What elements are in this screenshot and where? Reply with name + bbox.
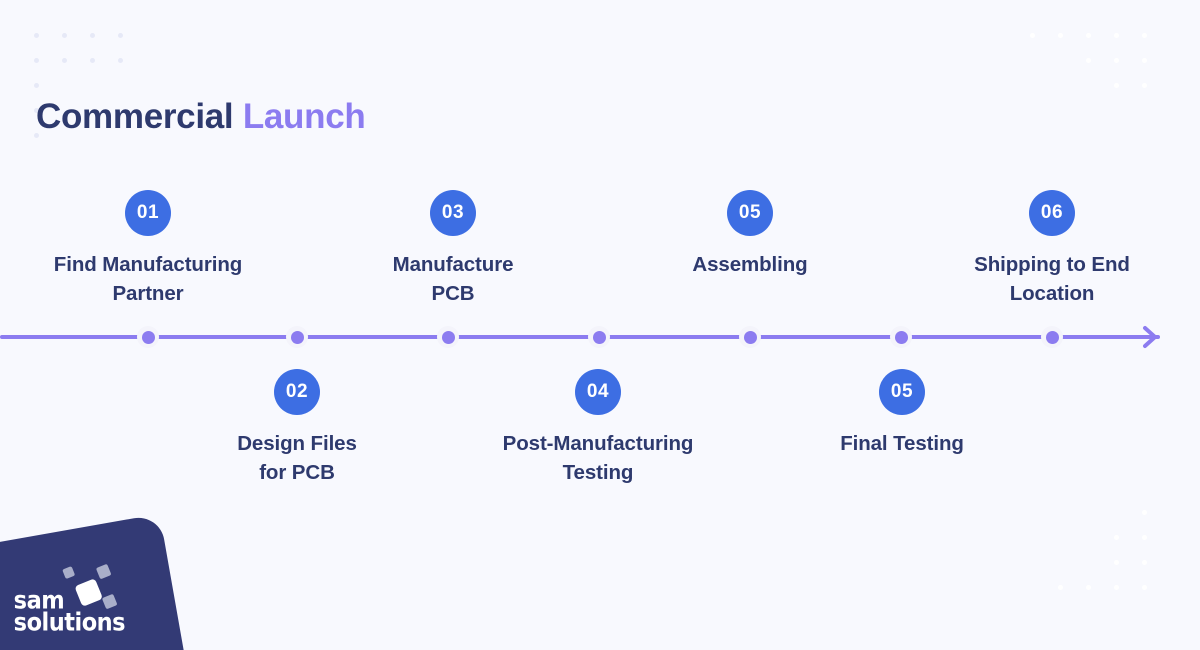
decorative-dot (1114, 83, 1119, 88)
step-number-badge[interactable]: 04 (575, 369, 621, 415)
timeline-node-1[interactable] (137, 326, 159, 348)
timeline-node-3[interactable] (437, 326, 459, 348)
decorative-dot-empty (1030, 58, 1035, 63)
decorative-dot (90, 58, 95, 63)
decorative-dot (1142, 58, 1147, 63)
decorative-dot-empty (118, 83, 123, 88)
decorative-dot (1114, 585, 1119, 590)
decorative-dot (1114, 535, 1119, 540)
sam-solutions-logo: sam solutions (0, 513, 193, 650)
decorative-dot-empty (1030, 535, 1035, 540)
step-label: Manufacture PCB (392, 253, 514, 305)
decorative-dot-empty (1058, 58, 1063, 63)
decorative-dot (1086, 33, 1091, 38)
timeline-step-2[interactable]: 02 Design Files for PCB (147, 369, 447, 487)
logo-inner: sam solutions (13, 563, 164, 650)
decorative-dot-empty (1058, 535, 1063, 540)
decorative-dot-empty (1030, 510, 1035, 515)
decorative-dot-empty (1058, 560, 1063, 565)
decorative-dot-empty (1030, 83, 1035, 88)
step-number-badge[interactable]: 02 (274, 369, 320, 415)
page-title-accent: Launch (242, 97, 366, 137)
decorative-dot (1142, 33, 1147, 38)
decorative-dot-empty (1086, 535, 1091, 540)
timeline-node-7[interactable] (1041, 326, 1063, 348)
decorative-dot (1142, 83, 1147, 88)
decorative-dot (34, 58, 39, 63)
decorative-dot (1142, 510, 1147, 515)
timeline-step-5[interactable]: 05 Assembling (600, 190, 900, 279)
timeline-node-4[interactable] (588, 326, 610, 348)
slide-canvas: Commercial Launch 01 Find Manufacturing P… (0, 0, 1200, 650)
timeline-node-2[interactable] (286, 326, 308, 348)
step-number-badge[interactable]: 01 (125, 190, 171, 236)
decorative-dot (1142, 535, 1147, 540)
decorative-dot (1058, 33, 1063, 38)
decorative-dot (34, 83, 39, 88)
step-number-badge[interactable]: 03 (430, 190, 476, 236)
decorative-dot-grid-bottom-right (1030, 510, 1170, 610)
page-title-main: Commercial (36, 97, 234, 137)
decorative-dot-empty (90, 83, 95, 88)
step-label: Design Files for PCB (237, 432, 357, 484)
page-title: Commercial Launch (36, 95, 366, 139)
arrow-right-icon (1143, 326, 1157, 348)
logo-wordmark-line-2: solutions (13, 607, 126, 637)
step-label: Post-Manufacturing Testing (502, 432, 694, 484)
decorative-dot-empty (1086, 83, 1091, 88)
decorative-dot (1142, 560, 1147, 565)
decorative-dot-empty (1030, 585, 1035, 590)
decorative-dot-empty (1030, 560, 1035, 565)
decorative-dot (90, 33, 95, 38)
decorative-dot (1114, 58, 1119, 63)
decorative-dot (118, 58, 123, 63)
decorative-dot (1030, 33, 1035, 38)
step-label: Shipping to End Location (974, 253, 1130, 305)
timeline-step-4[interactable]: 04 Post-Manufacturing Testing (448, 369, 748, 487)
logo-square-small-top (62, 566, 76, 580)
decorative-dot-empty (1086, 510, 1091, 515)
logo-wordmark: sam solutions (13, 586, 126, 637)
decorative-dot-empty (1058, 510, 1063, 515)
decorative-dot (1086, 58, 1091, 63)
decorative-dot (62, 58, 67, 63)
decorative-dot-empty (1086, 560, 1091, 565)
decorative-dot-grid-top-right (1030, 33, 1170, 108)
timeline-step-7[interactable]: 06 Shipping to End Location (902, 190, 1200, 308)
decorative-dot (62, 33, 67, 38)
decorative-dot-empty (62, 83, 67, 88)
logo-square-small-right (95, 563, 112, 580)
decorative-dot (1086, 585, 1091, 590)
timeline-step-1[interactable]: 01 Find Manufacturing Partner (0, 190, 298, 308)
step-number-badge[interactable]: 05 (879, 369, 925, 415)
timeline-line (0, 335, 1160, 339)
decorative-dot (1114, 33, 1119, 38)
timeline-axis (0, 326, 1200, 348)
step-label: Find Manufacturing Partner (53, 253, 243, 305)
step-number-badge[interactable]: 05 (727, 190, 773, 236)
decorative-dot (1142, 585, 1147, 590)
decorative-dot-empty (1114, 510, 1119, 515)
step-label: Assembling (692, 253, 808, 276)
decorative-dot (1114, 560, 1119, 565)
timeline-step-6[interactable]: 05 Final Testing (752, 369, 1052, 458)
decorative-dot (118, 33, 123, 38)
decorative-dot (34, 33, 39, 38)
decorative-dot (1058, 585, 1063, 590)
step-label: Final Testing (840, 432, 964, 455)
timeline-node-6[interactable] (890, 326, 912, 348)
step-number-badge[interactable]: 06 (1029, 190, 1075, 236)
decorative-dot-empty (1058, 83, 1063, 88)
timeline-node-5[interactable] (739, 326, 761, 348)
timeline-step-3[interactable]: 03 Manufacture PCB (303, 190, 603, 308)
